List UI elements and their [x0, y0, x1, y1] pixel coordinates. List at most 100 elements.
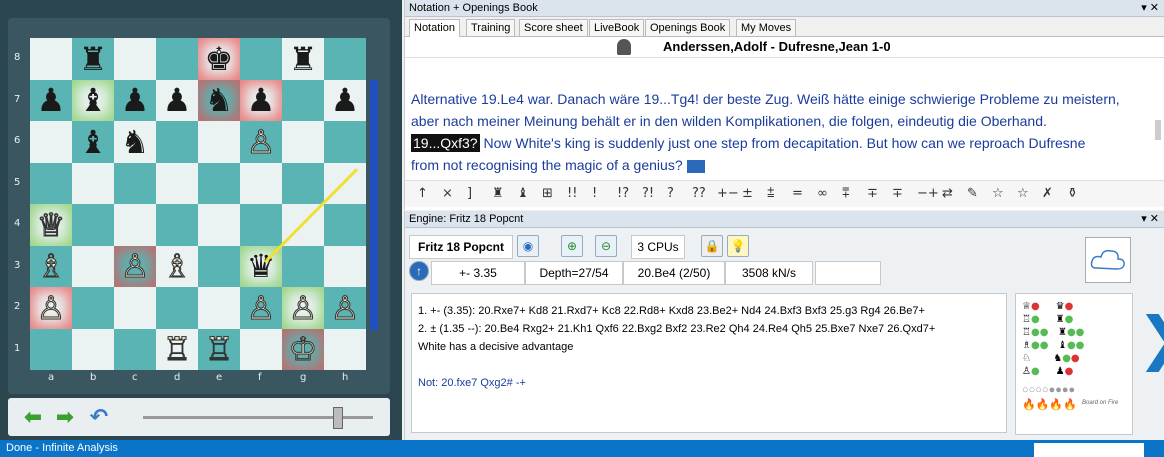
engine-line-1[interactable]: 1. +- (3.35): 20.Rxe7+ Kd8 21.Rxd7+ Kc8 … — [418, 302, 1000, 320]
undo-arrow-icon[interactable]: ↶ — [86, 404, 112, 430]
square-b1[interactable] — [72, 328, 114, 370]
square-d6[interactable] — [156, 121, 198, 163]
engine-output[interactable]: 1. +- (3.35): 20.Rxe7+ Kd8 21.Rxd7+ Kc8 … — [411, 293, 1007, 433]
square-d2[interactable] — [156, 287, 198, 329]
move-slider-thumb[interactable] — [333, 407, 343, 429]
engine-name[interactable]: Fritz 18 Popcnt — [409, 235, 513, 259]
annotation-symbol-18[interactable]: ∓ — [867, 186, 878, 201]
square-c1[interactable] — [114, 328, 156, 370]
annotation-symbol-19[interactable]: ∓ — [892, 186, 903, 201]
piece-a7[interactable]: ♟ — [30, 80, 72, 122]
piece-f6[interactable]: ♙ — [240, 121, 282, 163]
square-d5[interactable] — [156, 162, 198, 204]
square-b2[interactable] — [72, 287, 114, 329]
piece-e1[interactable]: ♖ — [198, 329, 240, 371]
annotation-symbol-7[interactable]: ! — [592, 186, 597, 201]
square-h3[interactable] — [324, 245, 366, 287]
piece-a2[interactable]: ♙ — [30, 287, 72, 329]
tab-notation[interactable]: Notation — [409, 19, 460, 37]
piece-e8[interactable]: ♚ — [198, 38, 240, 80]
panel-controls-icon[interactable]: ▾ ✕ — [1141, 0, 1159, 17]
square-h1[interactable] — [324, 328, 366, 370]
square-a5[interactable] — [30, 162, 72, 204]
annotation-symbol-22[interactable]: ✎ — [967, 186, 978, 201]
annotation-symbol-26[interactable]: ⚱ — [1067, 186, 1078, 201]
annotation-symbol-24[interactable]: ☆ — [1017, 186, 1029, 201]
annotation-symbol-6[interactable]: !! — [567, 186, 577, 201]
annotation-symbol-9[interactable]: ?! — [642, 186, 654, 201]
hint-bulb-icon[interactable]: 💡 — [727, 235, 749, 257]
square-e4[interactable] — [198, 204, 240, 246]
piece-c7[interactable]: ♟ — [114, 80, 156, 122]
square-d4[interactable] — [156, 204, 198, 246]
tab-livebook[interactable]: LiveBook — [589, 19, 645, 36]
annotation-symbol-20[interactable]: −+ — [917, 186, 939, 201]
engine-line-5[interactable]: Not: 20.fxe7 Qxg2# -+ — [418, 374, 1000, 392]
tab-training[interactable]: Training — [466, 19, 516, 36]
square-a6[interactable] — [30, 121, 72, 163]
square-h6[interactable] — [324, 121, 366, 163]
square-g4[interactable] — [282, 204, 324, 246]
current-move[interactable]: 19...Qxf3? — [411, 134, 480, 152]
square-e3[interactable] — [198, 245, 240, 287]
annotation-symbol-16[interactable]: ∞ — [817, 186, 828, 201]
annotation-symbol-5[interactable]: ⊞ — [542, 186, 553, 201]
piece-g8[interactable]: ♜ — [282, 38, 324, 80]
square-d8[interactable] — [156, 38, 198, 80]
notation-scrollbar[interactable] — [1153, 80, 1163, 175]
square-h5[interactable] — [324, 162, 366, 204]
annotation-symbol-13[interactable]: ± — [742, 186, 753, 201]
cpu-count[interactable]: 3 CPUs — [631, 235, 685, 259]
annotation-symbol-25[interactable]: ✗ — [1042, 186, 1053, 201]
piece-d3[interactable]: ♗ — [156, 246, 198, 288]
expand-chevron-icon[interactable]: ❯ — [1137, 303, 1164, 373]
square-c5[interactable] — [114, 162, 156, 204]
square-g6[interactable] — [282, 121, 324, 163]
annotation-symbol-8[interactable]: !? — [617, 186, 629, 201]
square-f5[interactable] — [240, 162, 282, 204]
annotation-symbol-1[interactable]: ⨯ — [442, 186, 453, 201]
annotation-symbol-21[interactable]: ⇄ — [942, 186, 953, 201]
piece-d7[interactable]: ♟ — [156, 80, 198, 122]
annotation-symbol-11[interactable]: ?? — [692, 186, 706, 201]
annotation-symbol-15[interactable]: = — [792, 186, 803, 201]
square-c8[interactable] — [114, 38, 156, 80]
square-g5[interactable] — [282, 162, 324, 204]
square-b4[interactable] — [72, 204, 114, 246]
tab-openings-book[interactable]: Openings Book — [645, 19, 731, 36]
annotation-symbol-2[interactable]: ] — [467, 186, 472, 201]
tab-score-sheet[interactable]: Score sheet — [519, 19, 588, 36]
piece-h2[interactable]: ♙ — [324, 287, 366, 329]
square-e6[interactable] — [198, 121, 240, 163]
square-c4[interactable] — [114, 204, 156, 246]
annotation-symbol-23[interactable]: ☆ — [992, 186, 1004, 201]
engine-up-icon[interactable]: ↑ — [409, 261, 429, 281]
notation-text[interactable]: Alternative 19.Le4 war. Danach wäre 19..… — [411, 88, 1141, 176]
piece-f2[interactable]: ♙ — [240, 287, 282, 329]
piece-g1[interactable]: ♔ — [282, 329, 324, 371]
square-f8[interactable] — [240, 38, 282, 80]
square-b5[interactable] — [72, 162, 114, 204]
square-f4[interactable] — [240, 204, 282, 246]
annotation-symbol-12[interactable]: +− — [717, 186, 739, 201]
square-b3[interactable] — [72, 245, 114, 287]
zoom-out-icon[interactable]: ⊖ — [595, 235, 617, 257]
square-g7[interactable] — [282, 79, 324, 121]
square-e5[interactable] — [198, 162, 240, 204]
zoom-in-icon[interactable]: ⊕ — [561, 235, 583, 257]
piece-a3[interactable]: ♗ — [30, 246, 72, 288]
piece-b6[interactable]: ♝ — [72, 121, 114, 163]
lock-icon[interactable]: 🔒 — [701, 235, 723, 257]
square-a8[interactable] — [30, 38, 72, 80]
piece-b7[interactable]: ♝ — [72, 80, 114, 122]
piece-d1[interactable]: ♖ — [156, 329, 198, 371]
piece-b8[interactable]: ♜ — [72, 38, 114, 80]
annotation-symbol-3[interactable]: ♜ — [492, 186, 504, 201]
annotation-symbol-14[interactable]: ⩲ — [767, 186, 775, 201]
chess-board[interactable]: ♜ ♚ ♜ ♟ ♝ ♟ ♟ ♞ ♟ ♟ ♝ ♞ ♙ ♕ ♗ ♙ ♗ ♛ ♙ ♙ ♙ ♙ ♖ ♖ ♔ — [30, 38, 366, 370]
piece-e7[interactable]: ♞ — [198, 80, 240, 122]
engine-stop-icon[interactable]: ◉ — [517, 235, 539, 257]
piece-g2[interactable]: ♙ — [282, 287, 324, 329]
square-h8[interactable] — [324, 38, 366, 80]
annotation-symbol-10[interactable]: ? — [667, 186, 674, 201]
